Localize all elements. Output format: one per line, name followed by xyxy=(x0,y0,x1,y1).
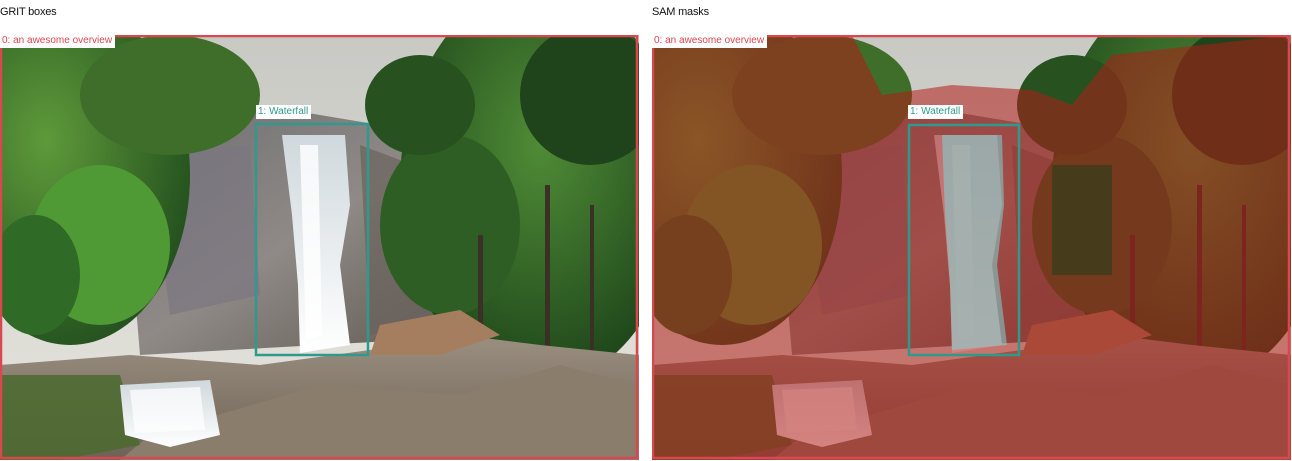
waterfall-photo-masked xyxy=(652,35,1291,460)
waterfall-mask xyxy=(942,135,1007,350)
overview-box-label: 0: an awesome overview xyxy=(0,35,116,48)
overview-mask-label: 0: an awesome overview xyxy=(652,35,768,48)
waterfall-photo xyxy=(0,35,639,460)
grit-panel-title: GRIT boxes xyxy=(0,6,57,18)
grit-image-panel: 0: an awesome overview 1: Waterfall xyxy=(0,35,639,460)
waterfall-box-label: 1: Waterfall xyxy=(256,105,312,119)
sam-panel-title: SAM masks xyxy=(652,6,709,18)
waterfall-mask-label: 1: Waterfall xyxy=(908,105,964,119)
sam-image-panel: 0: an awesome overview 1: Waterfall xyxy=(652,35,1291,460)
